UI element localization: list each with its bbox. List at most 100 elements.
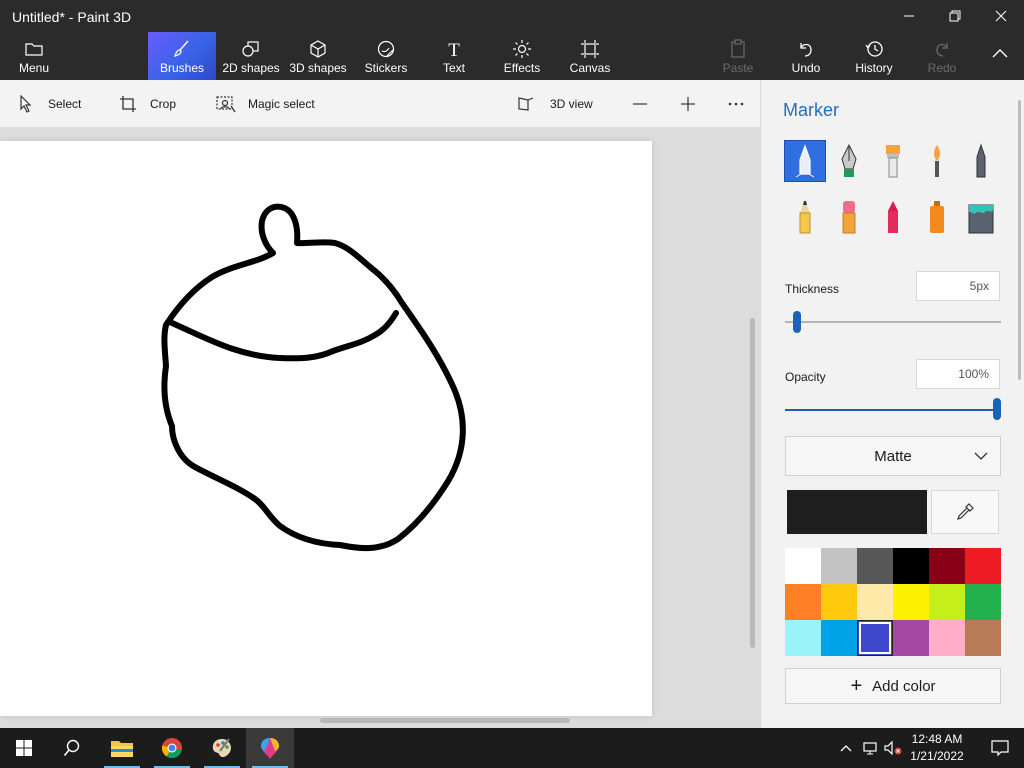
minimize-button[interactable]	[886, 0, 932, 32]
tab-label: Stickers	[364, 61, 408, 75]
zoom-out-button[interactable]	[630, 80, 650, 128]
color-swatch[interactable]	[893, 620, 929, 656]
3d-view-toggle[interactable]: 3D view	[516, 80, 593, 128]
more-options-button[interactable]	[726, 80, 746, 128]
system-clock[interactable]: 12:48 AM 1/21/2022	[904, 731, 970, 765]
tab-2d-shapes[interactable]: 2D shapes	[218, 32, 284, 80]
3d-view-label: 3D view	[550, 97, 593, 111]
collapse-ribbon-button[interactable]	[982, 32, 1018, 80]
color-swatch[interactable]	[893, 584, 929, 620]
menu-button[interactable]: Menu	[10, 32, 58, 80]
color-swatch[interactable]	[965, 620, 1001, 656]
search-icon	[63, 739, 80, 757]
close-button[interactable]	[978, 0, 1024, 32]
finish-dropdown[interactable]: Matte	[785, 436, 1001, 476]
color-swatch[interactable]	[857, 620, 893, 656]
color-swatch[interactable]	[821, 620, 857, 656]
minus-icon	[633, 103, 647, 105]
color-swatch[interactable]	[821, 548, 857, 584]
tab-text[interactable]: T Text	[428, 32, 480, 80]
color-swatch[interactable]	[929, 620, 965, 656]
brush-calligraphy-pen[interactable]	[829, 141, 869, 181]
window-title: Untitled* - Paint 3D	[12, 9, 132, 25]
thickness-slider-track[interactable]	[785, 321, 1001, 323]
canvas-toolbar: Select Crop Magic select 3D view	[0, 80, 760, 128]
current-color-swatch[interactable]	[787, 490, 927, 534]
plus-icon: +	[850, 675, 863, 697]
taskbar-paint[interactable]	[198, 728, 246, 768]
brush-pencil[interactable]	[785, 197, 825, 237]
magic-select-tool[interactable]: Magic select	[216, 80, 315, 128]
start-button[interactable]	[0, 728, 48, 768]
fill-bucket-icon	[968, 204, 994, 234]
eyedropper-button[interactable]	[931, 490, 999, 534]
history-button[interactable]: History	[850, 32, 898, 80]
chevron-down-icon	[974, 452, 988, 460]
color-swatch[interactable]	[857, 548, 893, 584]
magic-select-label: Magic select	[248, 97, 315, 111]
color-swatch[interactable]	[929, 584, 965, 620]
zoom-in-button[interactable]	[678, 80, 698, 128]
color-swatch[interactable]	[965, 548, 1001, 584]
tab-3d-shapes[interactable]: 3D shapes	[286, 32, 350, 80]
opacity-slider-thumb[interactable]	[993, 398, 1001, 420]
brush-marker[interactable]	[784, 140, 826, 182]
horizontal-scrollbar[interactable]	[320, 718, 570, 723]
stickers-icon	[375, 38, 397, 60]
color-swatch[interactable]	[785, 620, 821, 656]
panel-scrollbar[interactable]	[1018, 100, 1021, 380]
brush-eraser[interactable]	[829, 197, 869, 237]
tab-canvas[interactable]: Canvas	[564, 32, 616, 80]
network-tray-button[interactable]	[860, 728, 882, 768]
folder-icon	[23, 38, 45, 60]
thickness-input[interactable]: 5px	[916, 271, 1000, 301]
brush-spray-can[interactable]	[917, 197, 957, 237]
taskbar-file-explorer[interactable]	[98, 728, 146, 768]
paint-3d-icon	[261, 738, 279, 759]
tab-label: 3D shapes	[289, 61, 347, 75]
calligraphy-pen-icon	[841, 143, 857, 177]
redo-button[interactable]: Redo	[922, 32, 962, 80]
paste-button[interactable]: Paste	[716, 32, 760, 80]
pixel-pen-icon	[976, 143, 986, 178]
color-swatch[interactable]	[857, 584, 893, 620]
tab-label: Effects	[503, 61, 541, 75]
undo-button[interactable]: Undo	[784, 32, 828, 80]
windows-icon	[16, 740, 32, 756]
brush-fill[interactable]	[961, 197, 1001, 237]
tab-brushes[interactable]: Brushes	[148, 32, 216, 80]
color-swatch[interactable]	[965, 584, 1001, 620]
taskbar-paint-3d[interactable]	[246, 728, 294, 768]
color-swatch[interactable]	[785, 548, 821, 584]
add-color-label: Add color	[872, 677, 936, 695]
text-icon: T	[443, 38, 465, 60]
add-color-button[interactable]: + Add color	[785, 668, 1001, 704]
color-swatch[interactable]	[821, 584, 857, 620]
select-tool[interactable]: Select	[16, 80, 81, 128]
volume-muted-icon	[884, 741, 902, 755]
search-button[interactable]	[48, 728, 96, 768]
color-swatch[interactable]	[893, 548, 929, 584]
brush-watercolor[interactable]	[917, 141, 957, 181]
tab-effects[interactable]: Effects	[496, 32, 548, 80]
taskbar-chrome[interactable]	[148, 728, 196, 768]
volume-tray-button[interactable]	[882, 728, 904, 768]
clock-time: 12:48 AM	[911, 732, 963, 746]
thickness-slider-thumb[interactable]	[793, 311, 801, 333]
color-swatch[interactable]	[785, 584, 821, 620]
crop-tool[interactable]: Crop	[118, 80, 176, 128]
brush-oil[interactable]	[873, 141, 913, 181]
tab-stickers[interactable]: Stickers	[356, 32, 416, 80]
restore-button[interactable]	[932, 0, 978, 32]
action-center-button[interactable]	[976, 728, 1024, 768]
vertical-scrollbar[interactable]	[750, 318, 755, 648]
brush-pixel-pen[interactable]	[961, 141, 1001, 181]
show-hidden-icons-button[interactable]	[834, 728, 858, 768]
opacity-slider-fill	[785, 409, 997, 411]
opacity-input[interactable]: 100%	[916, 359, 1000, 389]
history-label: History	[855, 61, 893, 75]
brush-crayon[interactable]	[873, 197, 913, 237]
chevron-up-icon	[992, 49, 1008, 58]
drawing-canvas[interactable]	[0, 141, 652, 716]
color-swatch[interactable]	[929, 548, 965, 584]
